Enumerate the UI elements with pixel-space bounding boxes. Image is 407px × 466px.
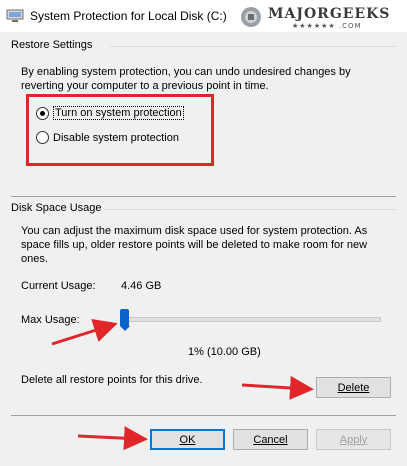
arrow-to-delete	[241, 375, 314, 400]
arrow-to-ok	[77, 426, 148, 451]
annotation-arrows	[51, 318, 314, 451]
arrow-to-slider	[51, 318, 118, 346]
